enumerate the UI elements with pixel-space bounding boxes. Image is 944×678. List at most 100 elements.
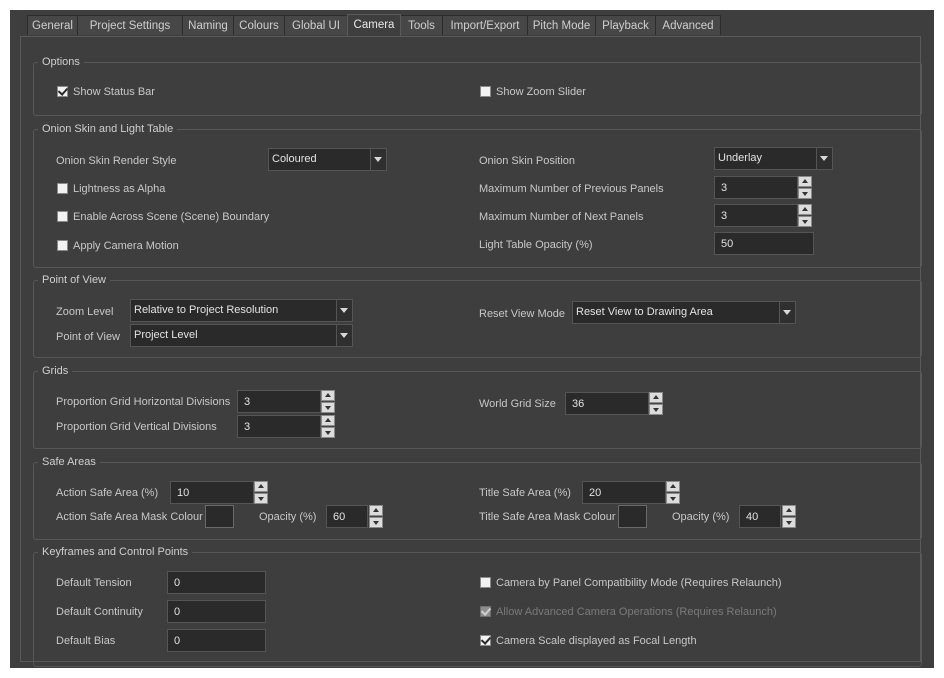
tab-project-settings[interactable]: Project Settings <box>77 15 183 35</box>
tab-general[interactable]: General <box>27 15 78 35</box>
h-divisions-spinner[interactable] <box>321 390 335 413</box>
prev-panels-input[interactable]: 3 <box>714 176 798 199</box>
tab-colours[interactable]: Colours <box>233 15 285 35</box>
advanced-ops-checkbox <box>480 606 491 617</box>
chevron-down-icon[interactable] <box>336 325 352 346</box>
panel-compat-checkbox[interactable] <box>480 577 491 588</box>
across-boundary-checkbox[interactable] <box>57 211 68 222</box>
action-mask-colour-swatch[interactable] <box>205 505 234 528</box>
world-grid-size-label: World Grid Size <box>479 398 556 410</box>
world-grid-size-value: 36 <box>572 398 585 410</box>
spin-up-icon[interactable] <box>666 481 680 492</box>
action-opacity-input[interactable]: 60 <box>326 505 368 528</box>
h-divisions-input[interactable]: 3 <box>237 390 321 413</box>
action-safe-spinner[interactable] <box>254 481 268 504</box>
tab-playback[interactable]: Playback <box>595 15 656 35</box>
camera-tab-panel: Options Show Status Bar Show Zoom Slider… <box>20 36 922 667</box>
spin-up-icon[interactable] <box>369 505 383 516</box>
safe-areas-title: Safe Areas <box>38 455 100 469</box>
zoom-level-combo[interactable]: Relative to Project Resolution <box>130 299 353 322</box>
tab-advanced[interactable]: Advanced <box>655 15 721 35</box>
chevron-down-icon[interactable] <box>370 149 386 170</box>
v-divisions-label: Proportion Grid Vertical Divisions <box>56 421 217 433</box>
tab-import-export[interactable]: Import/Export <box>442 15 528 35</box>
group-title-rule <box>86 62 116 63</box>
default-tension-input[interactable]: 0 <box>167 571 266 594</box>
chevron-down-icon[interactable] <box>779 302 795 323</box>
spin-up-icon[interactable] <box>321 390 335 401</box>
tab-naming[interactable]: Naming <box>182 15 234 35</box>
action-safe-value: 10 <box>177 487 190 499</box>
world-grid-size-input[interactable]: 36 <box>565 392 649 415</box>
show-zoom-slider-checkbox[interactable] <box>480 86 491 97</box>
spin-up-icon[interactable] <box>321 415 335 426</box>
onion-position-combo[interactable]: Underlay <box>714 147 833 170</box>
spin-down-icon[interactable] <box>369 517 383 528</box>
keyframes-group: Keyframes and Control Points Default Ten… <box>33 545 922 667</box>
title-opacity-label: Opacity (%) <box>672 511 730 523</box>
tab-tools[interactable]: Tools <box>400 15 443 35</box>
light-table-opacity-input[interactable]: 50 <box>714 232 814 255</box>
chevron-down-icon[interactable] <box>816 148 832 169</box>
spin-up-icon[interactable] <box>254 481 268 492</box>
spin-up-icon[interactable] <box>649 392 663 403</box>
v-divisions-spinner[interactable] <box>321 415 335 438</box>
spin-down-icon[interactable] <box>798 216 812 227</box>
default-continuity-label: Default Continuity <box>56 606 143 618</box>
default-bias-input[interactable]: 0 <box>167 629 266 652</box>
next-panels-spinner[interactable] <box>798 204 812 227</box>
prev-panels-spinner[interactable] <box>798 176 812 199</box>
prev-panels-value: 3 <box>721 182 728 194</box>
spin-down-icon[interactable] <box>321 402 335 413</box>
tab-pitch-mode[interactable]: Pitch Mode <box>527 15 596 35</box>
title-opacity-spinner[interactable] <box>782 505 796 528</box>
action-safe-input[interactable]: 10 <box>170 481 254 504</box>
options-title: Options <box>38 55 84 69</box>
spin-down-icon[interactable] <box>798 188 812 199</box>
prev-panels-label: Maximum Number of Previous Panels <box>479 183 664 195</box>
title-opacity-input[interactable]: 40 <box>739 505 781 528</box>
scale-focal-checkbox[interactable] <box>480 635 491 646</box>
show-zoom-slider-label: Show Zoom Slider <box>496 86 586 98</box>
camera-motion-checkbox[interactable] <box>57 240 68 251</box>
world-grid-size-spinner[interactable] <box>649 392 663 415</box>
default-continuity-input[interactable]: 0 <box>167 600 266 623</box>
onion-render-style-combo[interactable]: Coloured <box>268 148 387 171</box>
title-mask-label: Title Safe Area Mask Colour <box>479 511 616 523</box>
title-safe-spinner[interactable] <box>666 481 680 504</box>
options-group: Options Show Status Bar Show Zoom Slider <box>33 55 922 116</box>
reset-view-mode-value: Reset View to Drawing Area <box>576 306 713 318</box>
spin-down-icon[interactable] <box>254 493 268 504</box>
advanced-ops-label: Allow Advanced Camera Operations (Requir… <box>496 606 777 618</box>
point-of-view-combo[interactable]: Project Level <box>130 324 353 347</box>
h-divisions-value: 3 <box>244 396 251 408</box>
action-opacity-value: 60 <box>333 511 346 523</box>
spin-down-icon[interactable] <box>782 517 796 528</box>
tab-camera[interactable]: Camera <box>347 14 401 36</box>
onion-skin-group: Onion Skin and Light Table Onion Skin Re… <box>33 122 922 268</box>
spin-down-icon[interactable] <box>649 404 663 415</box>
tab-global-ui[interactable]: Global UI <box>284 15 348 35</box>
group-title-rule <box>179 129 209 130</box>
spin-down-icon[interactable] <box>666 493 680 504</box>
chevron-down-icon[interactable] <box>336 300 352 321</box>
action-opacity-spinner[interactable] <box>369 505 383 528</box>
spin-up-icon[interactable] <box>798 204 812 215</box>
point-of-view-group: Point of View Zoom Level Relative to Pro… <box>33 273 922 358</box>
v-divisions-input[interactable]: 3 <box>237 415 321 438</box>
across-boundary-label: Enable Across Scene (Scene) Boundary <box>73 211 270 223</box>
zoom-level-value: Relative to Project Resolution <box>134 304 279 316</box>
grids-group: Grids Proportion Grid Horizontal Divisio… <box>33 364 922 449</box>
action-safe-label: Action Safe Area (%) <box>56 487 159 499</box>
title-safe-input[interactable]: 20 <box>582 481 666 504</box>
spin-up-icon[interactable] <box>798 176 812 187</box>
reset-view-mode-combo[interactable]: Reset View to Drawing Area <box>572 301 796 324</box>
spin-down-icon[interactable] <box>321 427 335 438</box>
reset-view-mode-label: Reset View Mode <box>479 308 566 320</box>
onion-position-label: Onion Skin Position <box>479 155 575 167</box>
show-status-bar-checkbox[interactable] <box>57 86 68 97</box>
lightness-alpha-checkbox[interactable] <box>57 183 68 194</box>
spin-up-icon[interactable] <box>782 505 796 516</box>
title-mask-colour-swatch[interactable] <box>618 505 647 528</box>
next-panels-input[interactable]: 3 <box>714 204 798 227</box>
